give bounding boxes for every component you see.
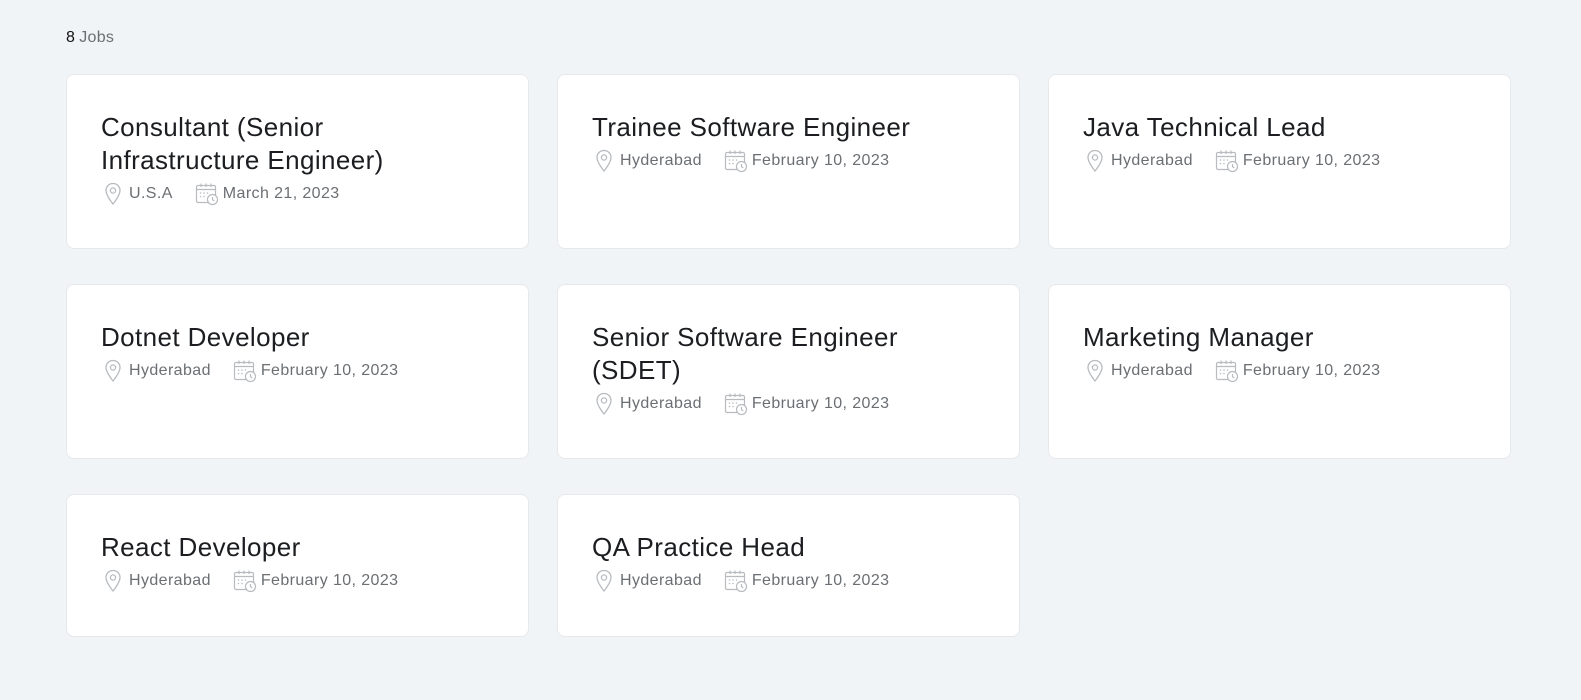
calendar-clock-icon <box>233 568 257 594</box>
job-title[interactable]: Marketing Manager <box>1083 321 1423 354</box>
job-date-text: February 10, 2023 <box>751 152 890 169</box>
job-title[interactable]: Dotnet Developer <box>101 321 441 354</box>
location-pin-icon <box>101 358 125 384</box>
job-date: February 10, 2023 <box>233 358 399 384</box>
job-location-text: Hyderabad <box>1111 362 1193 379</box>
location-pin-icon <box>1083 358 1107 384</box>
job-card[interactable]: QA Practice Head Hyderabad February 10, … <box>557 494 1020 637</box>
job-location-text: Hyderabad <box>620 152 702 169</box>
job-meta: Hyderabad February 10, 2023 <box>592 568 985 594</box>
job-date-text: February 10, 2023 <box>260 362 399 379</box>
job-location-text: Hyderabad <box>620 572 702 589</box>
job-title[interactable]: QA Practice Head <box>592 531 932 564</box>
location-pin-icon <box>592 568 616 594</box>
job-date-text: February 10, 2023 <box>751 395 890 412</box>
job-meta: Hyderabad February 10, 2023 <box>1083 148 1476 174</box>
calendar-clock-icon <box>724 568 748 594</box>
job-card[interactable]: Trainee Software Engineer Hyderabad Febr… <box>557 74 1020 249</box>
job-date-text: February 10, 2023 <box>1242 362 1381 379</box>
calendar-clock-icon <box>1215 148 1239 174</box>
job-card[interactable]: React Developer Hyderabad February 10, 2… <box>66 494 529 637</box>
jobs-count-number: 8 <box>66 29 76 46</box>
calendar-clock-icon <box>724 391 748 417</box>
job-location: Hyderabad <box>592 391 702 417</box>
job-meta: Hyderabad February 10, 2023 <box>101 568 494 594</box>
job-date: February 10, 2023 <box>724 148 890 174</box>
job-card[interactable]: Dotnet Developer Hyderabad February 10, … <box>66 284 529 459</box>
job-date-text: February 10, 2023 <box>1242 152 1381 169</box>
calendar-clock-icon <box>195 181 219 207</box>
job-date: February 10, 2023 <box>724 568 890 594</box>
job-meta: Hyderabad February 10, 2023 <box>101 358 494 384</box>
job-meta: U.S.A March 21, 2023 <box>101 181 494 207</box>
job-title[interactable]: Trainee Software Engineer <box>592 111 932 144</box>
job-title[interactable]: Consultant (Senior Infrastructure Engine… <box>101 111 441 177</box>
job-location: Hyderabad <box>592 568 702 594</box>
calendar-clock-icon <box>724 148 748 174</box>
job-location: Hyderabad <box>1083 148 1193 174</box>
location-pin-icon <box>101 568 125 594</box>
job-location-text: Hyderabad <box>129 572 211 589</box>
job-location-text: U.S.A <box>129 185 173 202</box>
job-location: U.S.A <box>101 181 173 207</box>
job-card[interactable]: Java Technical Lead Hyderabad February 1… <box>1048 74 1511 249</box>
job-date: February 10, 2023 <box>724 391 890 417</box>
job-meta: Hyderabad February 10, 2023 <box>592 391 985 417</box>
calendar-clock-icon <box>1215 358 1239 384</box>
job-date: February 10, 2023 <box>233 568 399 594</box>
location-pin-icon <box>592 391 616 417</box>
job-location: Hyderabad <box>592 148 702 174</box>
job-location-text: Hyderabad <box>620 395 702 412</box>
job-location-text: Hyderabad <box>129 362 211 379</box>
job-title[interactable]: Senior Software Engineer (SDET) <box>592 321 932 387</box>
job-title[interactable]: Java Technical Lead <box>1083 111 1423 144</box>
job-date-text: February 10, 2023 <box>260 572 399 589</box>
jobs-grid: Consultant (Senior Infrastructure Engine… <box>66 74 1511 637</box>
job-location: Hyderabad <box>1083 358 1193 384</box>
jobs-count: 8 Jobs <box>66 29 114 47</box>
location-pin-icon <box>592 148 616 174</box>
job-date: March 21, 2023 <box>195 181 340 207</box>
jobs-count-label: Jobs <box>79 29 115 46</box>
job-location-text: Hyderabad <box>1111 152 1193 169</box>
calendar-clock-icon <box>233 358 257 384</box>
job-date-text: February 10, 2023 <box>751 572 890 589</box>
job-meta: Hyderabad February 10, 2023 <box>1083 358 1476 384</box>
job-card[interactable]: Marketing Manager Hyderabad February 10,… <box>1048 284 1511 459</box>
jobs-page: 8 Jobs Consultant (Senior Infrastructure … <box>0 0 1581 700</box>
job-date: February 10, 2023 <box>1215 148 1381 174</box>
job-card[interactable]: Senior Software Engineer (SDET) Hyderaba… <box>557 284 1020 459</box>
job-meta: Hyderabad February 10, 2023 <box>592 148 985 174</box>
location-pin-icon <box>101 181 125 207</box>
job-card[interactable]: Consultant (Senior Infrastructure Engine… <box>66 74 529 249</box>
job-date-text: March 21, 2023 <box>222 185 340 202</box>
job-date: February 10, 2023 <box>1215 358 1381 384</box>
job-location: Hyderabad <box>101 568 211 594</box>
job-location: Hyderabad <box>101 358 211 384</box>
job-title[interactable]: React Developer <box>101 531 441 564</box>
location-pin-icon <box>1083 148 1107 174</box>
